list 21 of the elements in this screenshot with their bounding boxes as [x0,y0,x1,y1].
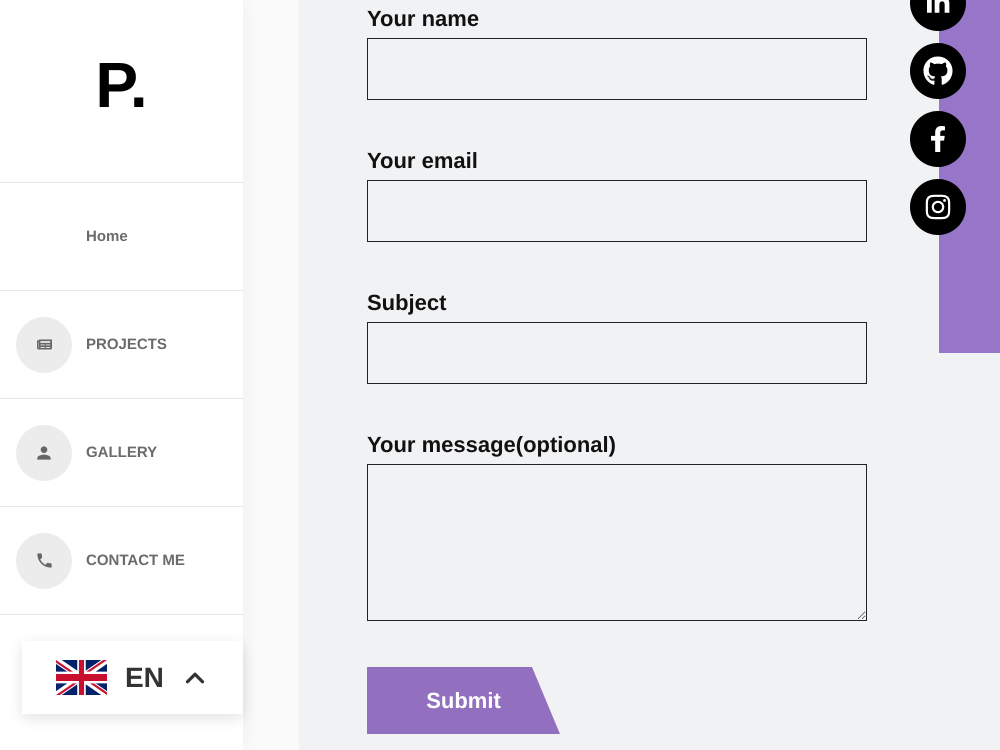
nav-label: GALLERY [86,442,158,462]
nav-link[interactable]: CONTACT ME [16,532,185,588]
message-field[interactable] [367,464,867,621]
logo[interactable]: P. [95,50,148,120]
input-field[interactable] [367,38,867,100]
nav-link[interactable]: Home [86,226,128,246]
nav-label: PROJECTS [86,334,167,354]
instagram-icon [924,193,952,221]
submit-button[interactable]: Submit [367,667,560,734]
input-field[interactable] [367,322,867,384]
field-label: Your message(optional) [367,431,616,459]
field-label: Subject [367,289,446,317]
nav-link[interactable]: PROJECTS [16,316,167,372]
uk-flag-icon [56,660,107,695]
nav-label: CONTACT ME [86,550,185,570]
field-label: Your email [367,147,478,175]
field-label: Your name [367,5,480,33]
input-field[interactable] [367,180,867,242]
github-icon [923,56,953,86]
language-selector[interactable]: EN [22,641,243,714]
nav-link[interactable]: GALLERY [16,424,158,480]
